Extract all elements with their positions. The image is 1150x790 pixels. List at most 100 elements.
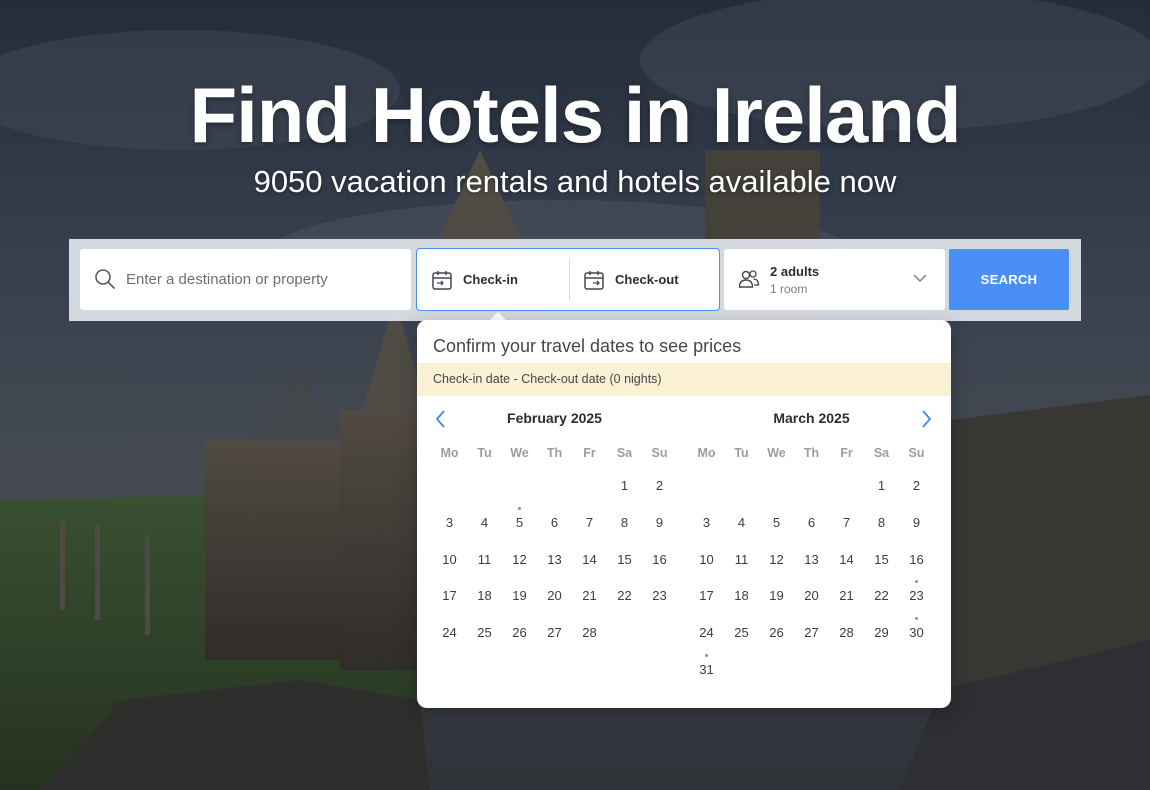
chevron-down-icon: [913, 274, 927, 282]
day-cell[interactable]: 28: [572, 618, 607, 655]
day-cell[interactable]: 24: [432, 618, 467, 655]
day-cell[interactable]: 10: [432, 545, 467, 582]
day-cell[interactable]: 2: [642, 471, 677, 508]
day-cell[interactable]: 28: [829, 618, 864, 655]
day-cell[interactable]: 22: [864, 581, 899, 618]
weekday-mo: Mo: [697, 446, 716, 460]
checkout-field[interactable]: Check-out: [583, 249, 713, 310]
day-empty: [759, 471, 794, 508]
day-cell[interactable]: 13: [537, 545, 572, 582]
month-title: March 2025: [773, 410, 850, 426]
weekday-su: Su: [908, 446, 925, 460]
day-cell[interactable]: 9: [899, 508, 934, 545]
day-empty: [502, 471, 537, 508]
day-cell[interactable]: 27: [537, 618, 572, 655]
day-cell[interactable]: 26: [502, 618, 537, 655]
day-cell[interactable]: 2: [899, 471, 934, 508]
day-cell[interactable]: 17: [432, 581, 467, 618]
day-cell[interactable]: 14: [572, 545, 607, 582]
day-cell[interactable]: 20: [794, 581, 829, 618]
day-cell[interactable]: 21: [829, 581, 864, 618]
day-marker-dot: [518, 506, 521, 510]
destination-input[interactable]: [126, 249, 396, 310]
weekday-fr: Fr: [583, 446, 596, 460]
day-cell[interactable]: 29: [864, 618, 899, 655]
day-cell[interactable]: 16: [642, 545, 677, 582]
day-empty: [537, 471, 572, 508]
day-cell[interactable]: 31: [689, 653, 724, 692]
day-cell[interactable]: 17: [689, 581, 724, 618]
day-cell[interactable]: 19: [502, 581, 537, 618]
datepicker-title: Confirm your travel dates to see prices: [433, 336, 742, 356]
day-cell[interactable]: 18: [724, 581, 759, 618]
day-cell[interactable]: 22: [607, 581, 642, 618]
day-cell[interactable]: 15: [607, 545, 642, 582]
day-grid: 1 2 3 4 5 6 7 8 9 10 11 12 13 14 15 16 17 18 19 20 21 22 23 24 2…: [689, 471, 934, 692]
weekday-tu: Tu: [477, 446, 492, 460]
day-cell[interactable]: 8: [864, 508, 899, 545]
day-cell[interactable]: 21: [572, 581, 607, 618]
day-empty: [794, 471, 829, 508]
day-cell[interactable]: 6: [794, 508, 829, 545]
checkin-label: Check-in: [463, 272, 518, 287]
day-cell[interactable]: 26: [759, 618, 794, 655]
day-cell[interactable]: 25: [467, 618, 502, 655]
people-icon: [738, 270, 760, 288]
day-cell[interactable]: 27: [794, 618, 829, 655]
day-cell[interactable]: 4: [467, 508, 502, 545]
day-cell[interactable]: 13: [794, 545, 829, 582]
date-summary-banner: Check-in date - Check-out date (0 nights…: [417, 363, 951, 396]
guests-adults: 2 adults: [770, 264, 820, 279]
destination-field[interactable]: [80, 249, 411, 310]
day-cell[interactable]: 30: [899, 617, 934, 655]
month-title: February 2025: [507, 410, 602, 426]
day-cell[interactable]: 23: [899, 580, 934, 618]
guests-selector[interactable]: 2 adults 1 room: [724, 249, 945, 310]
weekday-fr: Fr: [840, 446, 853, 460]
weekday-th: Th: [546, 446, 563, 460]
day-empty: [467, 471, 502, 508]
day-cell[interactable]: 12: [502, 545, 537, 582]
page-title: Find Hotels in Ireland: [189, 71, 961, 159]
day-cell[interactable]: 1: [864, 471, 899, 508]
day-cell[interactable]: 7: [829, 508, 864, 545]
day-empty: [432, 471, 467, 508]
day-empty: [689, 471, 724, 508]
day-cell[interactable]: 6: [537, 508, 572, 545]
day-cell[interactable]: 11: [467, 545, 502, 582]
day-cell[interactable]: 10: [689, 545, 724, 582]
day-cell[interactable]: 14: [829, 545, 864, 582]
day-empty: [724, 471, 759, 508]
weekday-sa: Sa: [873, 446, 890, 460]
day-cell[interactable]: 16: [899, 545, 934, 582]
calendar-checkout-icon: [584, 270, 604, 290]
day-cell[interactable]: 8: [607, 508, 642, 545]
day-cell[interactable]: 5: [759, 508, 794, 545]
day-cell[interactable]: 3: [689, 508, 724, 545]
day-cell[interactable]: 24: [689, 618, 724, 655]
day-cell[interactable]: 7: [572, 508, 607, 545]
day-cell[interactable]: 12: [759, 545, 794, 582]
day-cell[interactable]: 11: [724, 545, 759, 582]
dates-field: Check-in Check-out: [416, 248, 720, 311]
day-cell[interactable]: 9: [642, 508, 677, 545]
day-cell[interactable]: 25: [724, 618, 759, 655]
day-marker-dot: [915, 580, 918, 584]
weekday-th: Th: [803, 446, 820, 460]
day-marker-dot: [705, 653, 708, 657]
page-subtitle: 9050 vacation rentals and hotels availab…: [253, 164, 897, 199]
search-button[interactable]: SEARCH: [949, 249, 1069, 310]
day-cell[interactable]: 18: [467, 581, 502, 618]
day-cell[interactable]: 3: [432, 508, 467, 545]
month-february: February 2025 Mo Tu We Th Fr Sa Su 12345…: [432, 410, 677, 655]
search-icon: [95, 269, 115, 289]
day-cell[interactable]: 1: [607, 471, 642, 508]
checkin-field[interactable]: Check-in: [431, 249, 561, 310]
day-cell[interactable]: 15: [864, 545, 899, 582]
day-cell[interactable]: 19: [759, 581, 794, 618]
day-cell[interactable]: 23: [642, 581, 677, 618]
day-cell[interactable]: 20: [537, 581, 572, 618]
day-cell[interactable]: 5: [502, 506, 537, 545]
day-cell[interactable]: 4: [724, 508, 759, 545]
weekday-we: We: [767, 446, 786, 460]
